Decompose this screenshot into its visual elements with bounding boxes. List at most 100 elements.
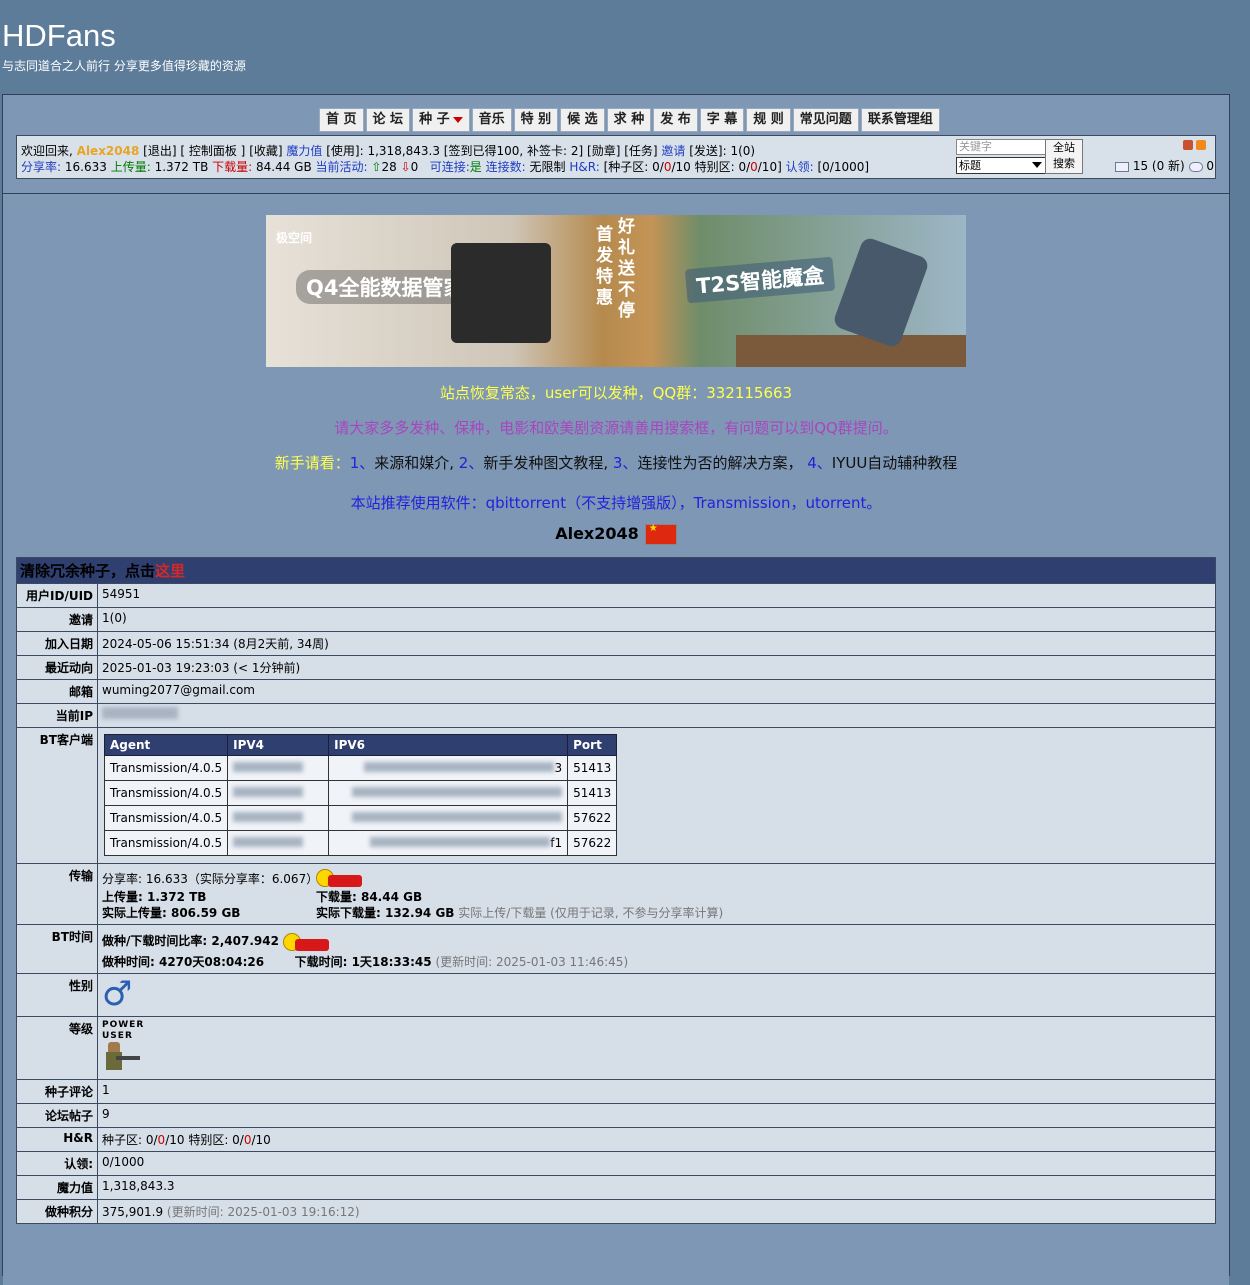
- table-row: 邮箱 wuming2077@gmail.com: [16, 679, 1216, 704]
- ad-banner[interactable]: 极空间 Q4全能数据管家 首发特惠 好礼送不停 T2S智能魔盒: [266, 215, 966, 367]
- bt-client-row: Transmission/4.0.5 f1 57622: [103, 830, 618, 856]
- outer-frame: 首 页 论 坛 种 子 音乐 特 别 候 选 求 种 发 布 字 幕 规 则 常…: [2, 94, 1230, 1285]
- connectable-value: 是: [469, 160, 482, 174]
- bt-ipv4: [227, 780, 330, 806]
- chevron-down-icon: [452, 116, 463, 123]
- guide-link-2[interactable]: 新手发种图文教程,: [483, 454, 608, 472]
- banner-t2s-text: T2S智能魔盒: [684, 256, 836, 304]
- guide-link-4[interactable]: IYUU自动辅种教程: [832, 454, 958, 472]
- join-date-label: 加入日期: [16, 631, 98, 656]
- bonus-value: 1,318,843.3: [97, 1174, 1216, 1200]
- guide-index-1: 1、: [349, 454, 375, 472]
- claim-label[interactable]: 认领:: [786, 160, 814, 174]
- invite-link[interactable]: 邀请: [661, 144, 685, 158]
- table-row: 当前IP: [16, 703, 1216, 728]
- download-text: 下载量: 84.44 GB: [316, 890, 423, 904]
- search-field-select[interactable]: 标题: [956, 157, 1046, 174]
- bt-time-cell: 做种/下载时间比率: 2,407.942 做种时间: 4270天08:04:26…: [97, 924, 1216, 974]
- rss-icon[interactable]: [1196, 140, 1206, 150]
- eye-icon[interactable]: [1188, 161, 1203, 172]
- banner-logo: 极空间: [276, 231, 313, 245]
- guide-index-3: 3、: [608, 454, 638, 472]
- table-row: BT时间 做种/下载时间比率: 2,407.942 做种时间: 4270天08:…: [16, 924, 1216, 974]
- active-seeding: 28: [381, 160, 397, 174]
- bt-time-label: BT时间: [16, 924, 98, 974]
- search-input[interactable]: 关键字: [956, 139, 1046, 155]
- claim-value[interactable]: 0/1000: [97, 1150, 1216, 1176]
- nav-torrents[interactable]: 种 子: [412, 108, 470, 132]
- nav-candidates[interactable]: 候 选: [560, 108, 605, 132]
- nav-requests[interactable]: 求 种: [606, 108, 652, 132]
- bt-ipv6: 3: [328, 755, 569, 781]
- upload-value: 1.372 TB: [154, 160, 209, 174]
- guide-link-1[interactable]: 来源和媒介,: [374, 454, 454, 472]
- banner-q4-text: Q4全能数据管家: [296, 270, 475, 304]
- search-button[interactable]: 全站 搜索: [1045, 139, 1083, 174]
- nav-forum[interactable]: 论 坛: [365, 108, 411, 132]
- nav-upload[interactable]: 发 布: [653, 108, 698, 132]
- ip-value-blurred: [97, 703, 1216, 728]
- nav-music[interactable]: 音乐: [471, 108, 512, 132]
- leech-time-text: 下载时间: 1天18:33:45: [294, 954, 432, 969]
- hr-label: H&R: [16, 1126, 98, 1152]
- bt-port: 51413: [567, 780, 618, 806]
- hr-post: /10]: [757, 160, 782, 174]
- bt-client-row: Transmission/4.0.5 51413: [103, 780, 618, 806]
- time-note: (更新时间: 2025-01-03 11:46:45): [435, 954, 629, 969]
- favorites-link[interactable]: [收藏]: [249, 144, 282, 158]
- posts-value[interactable]: 9: [97, 1102, 1216, 1128]
- bonus-link[interactable]: 魔力值: [286, 144, 322, 158]
- site-title[interactable]: HDFans: [2, 18, 116, 54]
- invite-label: 邀请: [16, 607, 98, 632]
- guide-link-3[interactable]: 连接性为否的解决方案，: [637, 454, 802, 472]
- bt-agent: Transmission/4.0.5: [103, 780, 229, 806]
- bt-agent: Transmission/4.0.5: [103, 805, 229, 831]
- notice-status: 站点恢复常态，user可以发种，QQ群：332115663: [439, 384, 793, 402]
- bt-header-ipv6: IPV6: [328, 734, 569, 756]
- nav-rules[interactable]: 规 则: [746, 108, 791, 132]
- seed-ratio-medal-icon: [282, 932, 329, 951]
- header-area: 首 页 论 坛 种 子 音乐 特 别 候 选 求 种 发 布 字 幕 规 则 常…: [3, 95, 1229, 194]
- banner-deck-image: [736, 335, 966, 367]
- send-invite-link[interactable]: [发送]: 1(0): [689, 144, 755, 158]
- user-info-bar: 欢迎回来, Alex2048 [退出] [ 控制面板 ] [收藏] 魔力值 [使…: [16, 135, 1216, 179]
- bt-ipv4: [227, 805, 330, 831]
- active-leeching: 0: [410, 160, 419, 174]
- table-row: 种子评论 1: [16, 1078, 1216, 1104]
- search-button-line2: 搜索: [1053, 157, 1075, 170]
- banner-vertical-text-2: 好礼送不停: [618, 217, 635, 321]
- nav-special[interactable]: 特 别: [513, 108, 559, 132]
- control-panel-link[interactable]: [ 控制面板 ]: [180, 144, 245, 158]
- slots-label: 连接数:: [485, 160, 526, 174]
- transfer-cell: 分享率: 16.633（实际分享率：6.067） 上传量: 1.372 TB 实际…: [97, 863, 1216, 925]
- bt-ipv6: [328, 780, 569, 806]
- table-row: 用户ID/UID 54951: [16, 583, 1216, 608]
- male-icon: ♂: [102, 973, 133, 1014]
- users-icon[interactable]: [1183, 140, 1193, 150]
- table-row: 性别 ♂: [16, 972, 1216, 1017]
- clean-torrents-link[interactable]: 这里: [155, 562, 185, 580]
- logout-link[interactable]: [退出]: [143, 144, 176, 158]
- profile-name-text: Alex2048: [555, 524, 639, 543]
- nav-faq[interactable]: 常见问题: [792, 108, 859, 132]
- bt-header-agent: Agent: [103, 734, 229, 756]
- seed-time-text: 做种时间: 4270天08:04:26: [102, 954, 265, 969]
- bt-port: 57622: [567, 830, 618, 856]
- nav-contact-staff[interactable]: 联系管理组: [860, 108, 940, 132]
- username-link[interactable]: Alex2048: [77, 144, 140, 158]
- envelope-icon[interactable]: [1115, 161, 1129, 172]
- chevron-down-icon: [1032, 162, 1042, 168]
- comments-value[interactable]: 1: [97, 1078, 1216, 1104]
- nav-subtitles[interactable]: 字 幕: [699, 108, 745, 132]
- bt-client-cell: Agent IPV4 IPV6 Port Transmission/4.0.5 3…: [97, 727, 1216, 864]
- main-nav: 首 页 论 坛 种 子 音乐 特 别 候 选 求 种 发 布 字 幕 规 则 常…: [319, 108, 942, 132]
- ratio-label: 分享率:: [21, 160, 62, 174]
- nav-home[interactable]: 首 页: [319, 108, 364, 132]
- bt-header-port: Port: [567, 734, 618, 756]
- upload-cell: 上传量: 1.372 TB 实际上传量: 806.59 GB: [102, 889, 316, 921]
- hr-value[interactable]: 种子区: 0/0/10 特别区: 0/0/10: [97, 1126, 1216, 1152]
- nav-torrents-label: 种 子: [419, 112, 450, 127]
- hr-label[interactable]: H&R:: [569, 160, 599, 174]
- bt-header-ipv4: IPV4: [227, 734, 330, 756]
- message-count[interactable]: 15 (0 新): [1133, 159, 1185, 173]
